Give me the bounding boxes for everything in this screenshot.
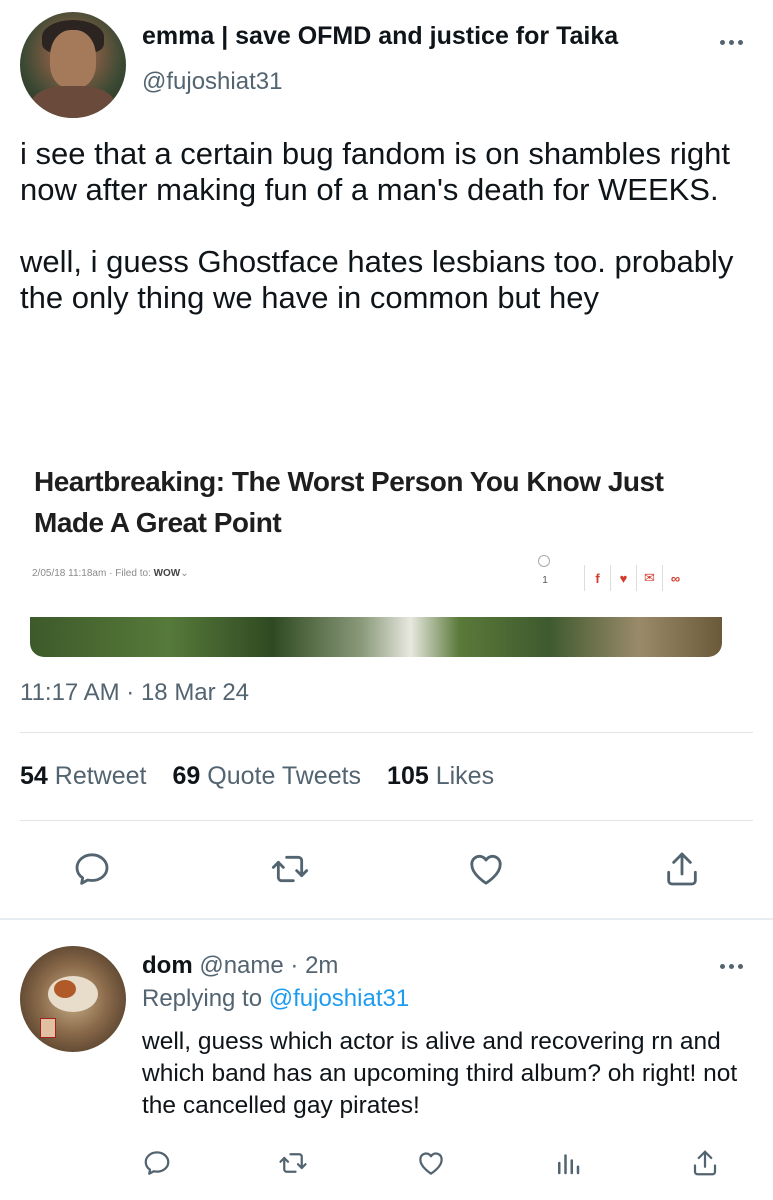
media-photo-strip	[30, 617, 722, 657]
reply-handle[interactable]: @name	[199, 952, 283, 979]
divider	[20, 732, 753, 733]
link-icon: ∞	[662, 565, 688, 591]
author-display-name[interactable]: emma | save OFMD and justice for Taika	[142, 22, 618, 51]
reply-icon[interactable]	[72, 849, 112, 889]
avatar-face	[50, 30, 96, 88]
tweet-text: i see that a certain bug fandom is on sh…	[20, 136, 755, 352]
more-options-icon[interactable]	[714, 32, 748, 52]
retweets-stat[interactable]: 54 Retweet	[20, 762, 146, 790]
retweet-icon[interactable]	[270, 849, 310, 889]
media-meta-date: 2/05/18 11:18am	[32, 568, 107, 579]
quotes-stat[interactable]: 69 Quote Tweets	[172, 762, 361, 790]
media-share-row: f ♥ ✉ ∞	[584, 565, 688, 591]
avatar-guinea-pig-patch	[54, 980, 76, 998]
avatar-body	[30, 86, 116, 118]
more-options-icon[interactable]	[714, 956, 748, 976]
reply-avatar[interactable]	[20, 946, 126, 1052]
author-avatar[interactable]	[20, 12, 126, 118]
reply-icon[interactable]	[142, 1148, 172, 1178]
twitter-icon: ♥	[610, 565, 636, 591]
media-meta-filed-value: WOW	[153, 568, 181, 579]
reply-author[interactable]: dom @name · 2m	[142, 952, 338, 980]
media-meta: 2/05/18 11:18am · Filed to: WOW⌄	[32, 568, 189, 579]
facebook-icon: f	[584, 565, 610, 591]
replying-prefix: Replying to	[142, 985, 263, 1012]
replying-to-link[interactable]: @fujoshiat31	[269, 985, 409, 1012]
tweet-paragraph: well, i guess Ghostface hates lesbians t…	[20, 244, 734, 315]
tweet-paragraph: i see that a certain bug fandom is on sh…	[20, 136, 730, 207]
email-icon: ✉	[636, 565, 662, 591]
reply-display-name[interactable]: dom	[142, 952, 193, 979]
retweet-icon[interactable]	[278, 1148, 308, 1178]
author-handle[interactable]: @fujoshiat31	[142, 68, 282, 96]
tweet-stats: 54 Retweet 69 Quote Tweets 105 Likes	[20, 762, 494, 791]
tweet-media-image[interactable]: Heartbreaking: The Worst Person You Know…	[30, 455, 722, 657]
media-headline: Heartbreaking: The Worst Person You Know…	[34, 466, 664, 538]
share-icon[interactable]	[690, 1148, 720, 1178]
avatar-card	[40, 1018, 56, 1038]
media-comment-count: 1	[538, 555, 552, 589]
tweet-timestamp[interactable]: 11:17 AM · 18 Mar 24	[20, 679, 249, 707]
media-meta-filed-label: Filed to:	[115, 568, 151, 579]
media-meta-separator: ·	[109, 568, 113, 579]
share-icon[interactable]	[662, 849, 702, 889]
analytics-icon[interactable]	[553, 1148, 583, 1178]
replying-to: Replying to @fujoshiat31	[142, 985, 409, 1013]
comment-bubble-icon	[538, 555, 550, 567]
reply-time: · 2m	[290, 952, 339, 979]
media-comment-count-value: 1	[542, 575, 548, 586]
like-icon[interactable]	[416, 1148, 446, 1178]
likes-stat[interactable]: 105 Likes	[387, 762, 494, 790]
chevron-down-icon: ⌄	[180, 568, 189, 579]
divider	[20, 820, 753, 821]
like-icon[interactable]	[466, 849, 506, 889]
reply-text: well, guess which actor is alive and rec…	[142, 1028, 738, 1119]
reply-tweet[interactable]: dom @name · 2m Replying to @fujoshiat31 …	[0, 920, 773, 1200]
